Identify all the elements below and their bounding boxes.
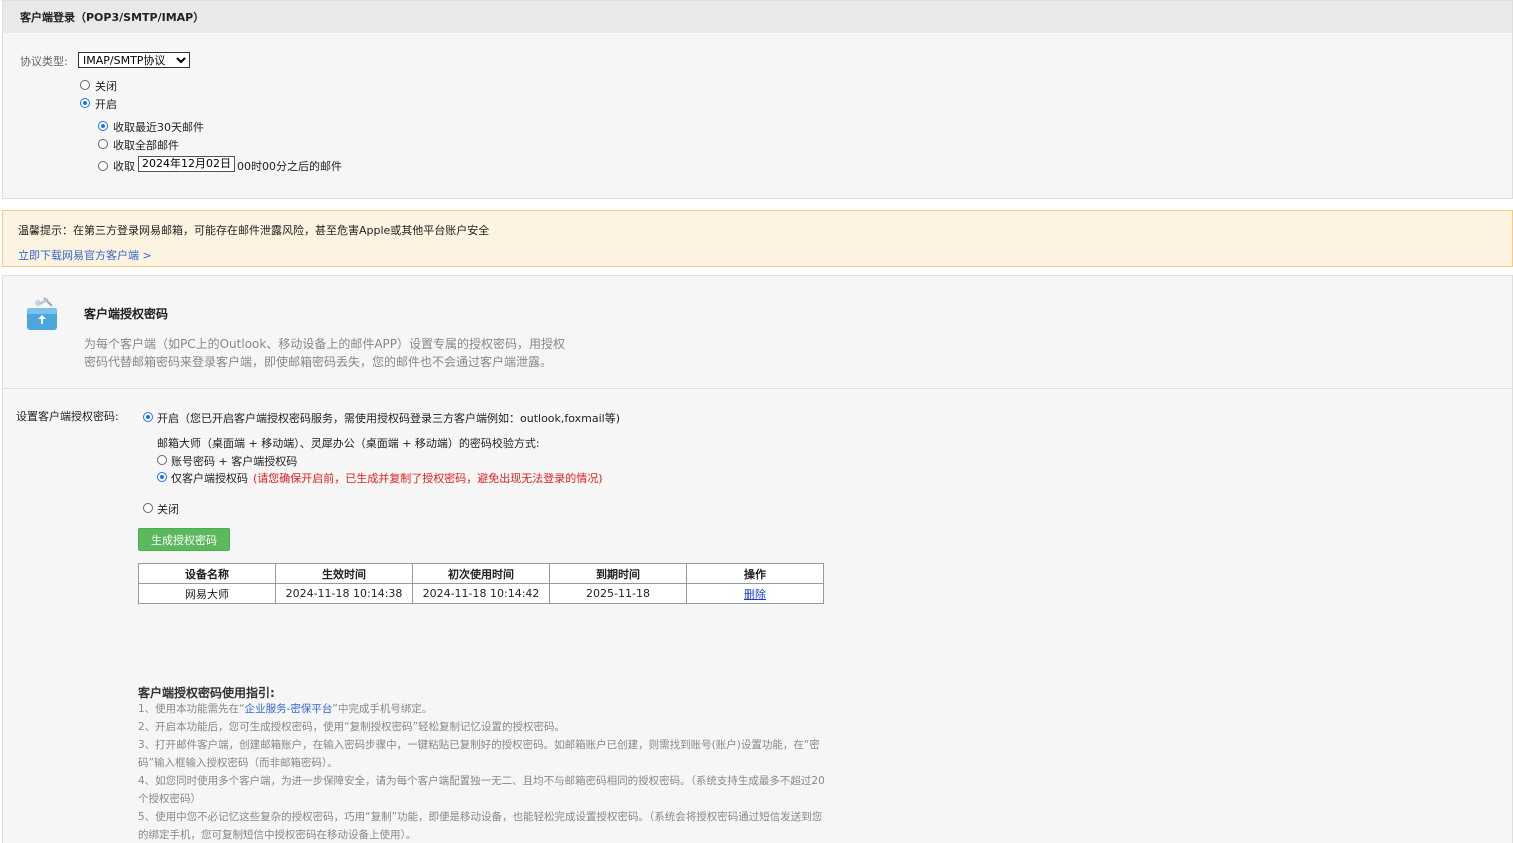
col-effective: 生效时间 xyxy=(275,563,413,584)
generate-password-button[interactable]: 生成授权密码 xyxy=(138,528,230,551)
guide-line-3a: 3、打开邮件客户端，创建邮箱账户，在输入密码步骤中，一键粘贴已复制好的授权密码。… xyxy=(138,739,820,751)
verify-opt1-radio[interactable] xyxy=(157,455,167,465)
since-date-input[interactable]: 2024年12月02日 xyxy=(138,156,235,172)
auth-title: 客户端授权密码 xyxy=(84,307,169,321)
since-prefix: 收取 xyxy=(113,160,135,173)
all-mail-radio[interactable] xyxy=(98,139,108,149)
since-date-radio[interactable] xyxy=(98,161,108,171)
col-action: 操作 xyxy=(686,563,824,584)
guide-line-4b: 个授权密码） xyxy=(138,793,201,805)
warning-text: 温馨提示：在第三方登录网易邮箱，可能存在邮件泄露风险，甚至危害Apple或其他平… xyxy=(18,224,490,237)
section-divider xyxy=(2,388,1513,389)
verify-opt2-radio[interactable] xyxy=(157,472,167,482)
cell-action: 删除 xyxy=(686,583,824,604)
section-title: 客户端登录（POP3/SMTP/IMAP） xyxy=(20,11,205,24)
cell-expire: 2025-11-18 xyxy=(549,583,687,604)
recent-30days-radio[interactable] xyxy=(98,121,108,131)
guide-line-5b: 的绑定手机，您可复制短信中授权密码在移动设备上使用）。 xyxy=(138,829,417,841)
cell-effective: 2024-11-18 10:14:38 xyxy=(275,583,413,604)
all-mail-label: 收取全部邮件 xyxy=(113,139,179,152)
auth-on-label: 开启（您已开启客户端授权密码服务，需使用授权码登录三方客户端例如：outlook… xyxy=(157,412,621,425)
auth-desc-2: 密码代替邮箱密码来登录客户端，即使邮箱密码丢失，您的邮件也不会通过客户端泄露。 xyxy=(84,355,553,369)
recent-30days-label: 收取最近30天邮件 xyxy=(113,121,204,134)
section-header xyxy=(3,1,1512,33)
protocol-on-radio[interactable] xyxy=(80,98,90,108)
verify-opt2-label: 仅客户端授权码 xyxy=(171,472,248,485)
guide-line-4a: 4、如您同时使用多个客户端，为进一步保障安全，请为每个客户端配置独一无二、且均不… xyxy=(138,775,825,787)
protocol-off-radio[interactable] xyxy=(80,80,90,90)
since-suffix: 00时00分之后的邮件 xyxy=(237,160,342,173)
download-client-link[interactable]: 立即下载网易官方客户端 > xyxy=(18,247,152,263)
guide-line-2: 2、开启本功能后，您可生成授权密码，使用“复制授权密码”轻松复制记忆设置的授权密… xyxy=(138,721,566,733)
protocol-off-label: 关闭 xyxy=(95,80,117,93)
col-first-use: 初次使用时间 xyxy=(412,563,550,584)
protocol-on-label: 开启 xyxy=(95,98,117,111)
col-device: 设备名称 xyxy=(138,563,276,584)
auth-device-table: 设备名称 生效时间 初次使用时间 到期时间 操作 网易大师 2024-11-18… xyxy=(138,563,824,604)
guide-title: 客户端授权密码使用指引: xyxy=(138,686,275,700)
security-platform-link[interactable]: 企业服务-密保平台 xyxy=(245,703,333,715)
auth-on-radio[interactable] xyxy=(143,412,153,422)
warning-banner xyxy=(2,210,1513,267)
col-expire: 到期时间 xyxy=(549,563,687,584)
delete-link[interactable]: 删除 xyxy=(744,588,766,601)
broom-bag-icon xyxy=(22,295,62,335)
auth-setting-label: 设置客户端授权密码: xyxy=(16,410,119,423)
auth-off-radio[interactable] xyxy=(143,503,153,513)
table-header-row: 设备名称 生效时间 初次使用时间 到期时间 操作 xyxy=(138,563,824,584)
auth-desc-1: 为每个客户端（如PC上的Outlook、移动设备上的邮件APP）设置专属的授权密… xyxy=(84,337,566,351)
protocol-label: 协议类型: xyxy=(20,55,68,68)
guide-line-1: 1、使用本功能需先在“企业服务-密保平台”中完成手机号绑定。 xyxy=(138,703,433,715)
guide-line-3b: 码”输入框输入授权密码（而非邮箱密码）。 xyxy=(138,757,338,769)
verify-opt1-label: 账号密码 + 客户端授权码 xyxy=(171,455,298,468)
cell-first-use: 2024-11-18 10:14:42 xyxy=(412,583,550,604)
verify-opt2-note: (请您确保开启前，已生成并复制了授权密码，避免出现无法登录的情况) xyxy=(253,472,603,485)
protocol-select[interactable]: IMAP/SMTP协议 xyxy=(78,52,190,68)
cell-device: 网易大师 xyxy=(138,583,276,604)
auth-off-label: 关闭 xyxy=(157,503,179,516)
table-row: 网易大师 2024-11-18 10:14:38 2024-11-18 10:1… xyxy=(138,583,824,604)
guide-line-5a: 5、使用中您不必记忆这些复杂的授权密码，巧用“复制”功能，即便是移动设备，也能轻… xyxy=(138,811,823,823)
verify-method-label: 邮箱大师（桌面端 + 移动端）、灵犀办公（桌面端 + 移动端）的密码校验方式: xyxy=(157,437,540,450)
